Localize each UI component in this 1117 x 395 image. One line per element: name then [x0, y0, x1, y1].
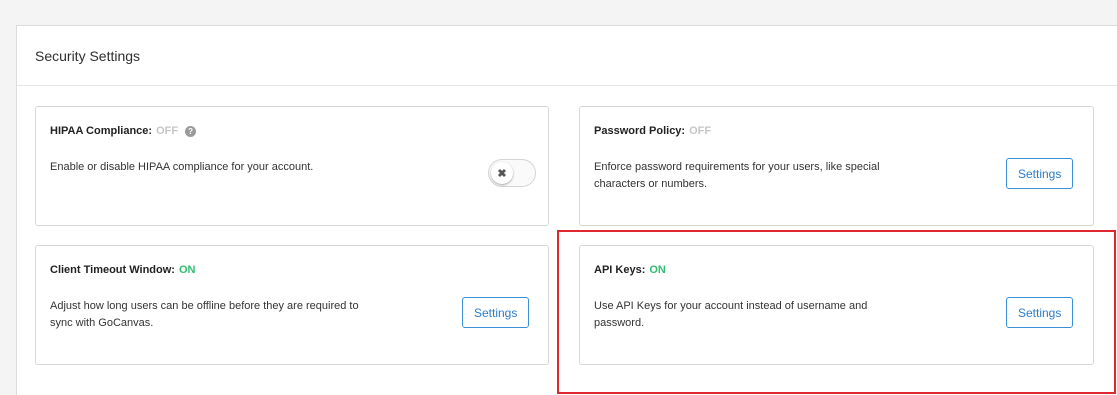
api-keys-description-line1: Use API Keys for your account instead of…	[594, 300, 868, 312]
hipaa-description: Enable or disable HIPAA compliance for y…	[50, 161, 314, 173]
api-keys-title-label: API Keys:	[594, 264, 646, 276]
client-timeout-card-title: Client Timeout Window: ON	[50, 264, 195, 276]
hipaa-toggle[interactable]: ✖	[488, 159, 536, 187]
client-timeout-description-line1: Adjust how long users can be offline bef…	[50, 300, 359, 312]
api-keys-description-line2: password.	[594, 317, 645, 329]
page-title: Security Settings	[17, 26, 1117, 86]
hipaa-title-label: HIPAA Compliance:	[50, 125, 153, 137]
password-policy-description-line1: Enforce password requirements for your u…	[594, 161, 880, 173]
client-timeout-status-badge: ON	[178, 264, 196, 276]
password-policy-description: Enforce password requirements for your u…	[594, 159, 880, 193]
api-keys-description: Use API Keys for your account instead of…	[594, 298, 867, 332]
password-policy-card-title: Password Policy: OFF	[594, 125, 711, 137]
client-timeout-title-label: Client Timeout Window:	[50, 264, 175, 276]
client-timeout-settings-button[interactable]: Settings	[462, 297, 530, 328]
password-policy-title-label: Password Policy:	[594, 125, 686, 137]
hipaa-compliance-card: HIPAA Compliance: OFF ? Enable or disabl…	[35, 106, 549, 226]
password-policy-card: Password Policy: OFF Enforce password re…	[579, 106, 1094, 226]
password-policy-status-badge: OFF	[689, 125, 712, 137]
client-timeout-card: Client Timeout Window: ON Adjust how lon…	[35, 245, 549, 365]
api-keys-status-badge: ON	[649, 264, 666, 276]
password-policy-description-line2: characters or numbers.	[594, 178, 708, 190]
hipaa-card-title: HIPAA Compliance: OFF ?	[50, 125, 197, 137]
api-keys-card: API Keys: ON Use API Keys for your accou…	[579, 245, 1094, 365]
client-timeout-description-line2: sync with GoCanvas.	[50, 317, 154, 329]
question-circle-icon[interactable]: ?	[185, 125, 197, 137]
password-policy-settings-button[interactable]: Settings	[1006, 158, 1074, 189]
hipaa-status-badge: OFF	[156, 125, 179, 137]
api-keys-card-title: API Keys: ON	[594, 264, 666, 276]
api-keys-settings-button[interactable]: Settings	[1006, 297, 1074, 328]
client-timeout-description: Adjust how long users can be offline bef…	[50, 298, 359, 332]
x-icon: ✖	[491, 162, 513, 184]
